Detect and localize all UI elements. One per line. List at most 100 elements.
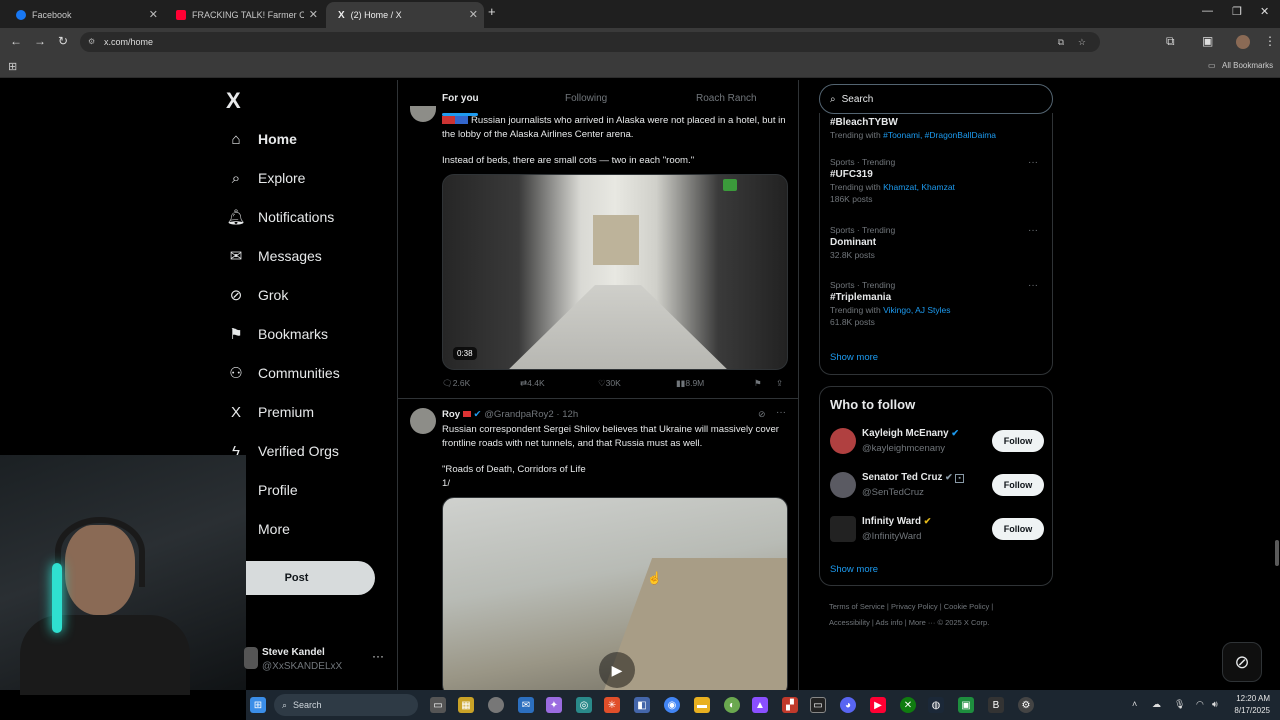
- tweet-more-icon[interactable]: ···: [776, 407, 786, 418]
- tab-for-you[interactable]: For you: [442, 93, 479, 104]
- tab-roach-ranch[interactable]: Roach Ranch: [696, 93, 757, 104]
- reload-icon[interactable]: ↻: [58, 34, 68, 48]
- back-icon[interactable]: ←: [10, 34, 22, 48]
- show-more-follow-link[interactable]: Show more: [830, 564, 878, 575]
- tray-expand-icon[interactable]: ˄: [1132, 699, 1137, 709]
- close-icon[interactable]: ✕: [149, 8, 158, 21]
- x-logo[interactable]: X: [226, 88, 241, 114]
- copilot-icon[interactable]: ✦: [546, 697, 562, 713]
- trend-with[interactable]: #Toonami, #DragonBallDaima: [883, 130, 996, 140]
- wifi-icon[interactable]: ◠: [1196, 699, 1204, 710]
- grok-icon[interactable]: ⊘: [758, 409, 766, 420]
- trend-item[interactable]: Sports · Trending #UFC319 Trending with …: [830, 157, 1044, 204]
- sidepanel-icon[interactable]: ▣: [1202, 34, 1213, 48]
- avatar[interactable]: [830, 428, 856, 454]
- terminal-icon[interactable]: ▭: [810, 697, 826, 713]
- app-icon[interactable]: ◎: [576, 697, 592, 713]
- sidebar-item-home[interactable]: ⌂ Home: [226, 125, 296, 153]
- sidebar-item-premium[interactable]: X Premium: [226, 398, 314, 426]
- tab-facebook[interactable]: Facebook ✕: [4, 2, 164, 28]
- app-icon[interactable]: ▞: [782, 697, 798, 713]
- sidebar-item-grok[interactable]: ⊘ Grok: [226, 281, 289, 309]
- show-more-trends-link[interactable]: Show more: [830, 352, 878, 363]
- follow-button[interactable]: Follow: [992, 474, 1044, 496]
- sidebar-item-messages[interactable]: ✉ Messages: [226, 242, 322, 270]
- file-explorer-icon[interactable]: ▬: [694, 697, 710, 713]
- search-input[interactable]: ⌕ Search: [819, 84, 1053, 114]
- new-tab-button[interactable]: +: [488, 4, 496, 19]
- more-icon[interactable]: ···: [1028, 157, 1038, 168]
- settings-icon[interactable]: ⚙: [1018, 697, 1034, 713]
- follow-button[interactable]: Follow: [992, 518, 1044, 540]
- close-icon[interactable]: ✕: [309, 8, 318, 21]
- like-button[interactable]: ♡ 30K: [598, 378, 621, 389]
- mic-icon[interactable]: 🎙︎: [1174, 699, 1185, 710]
- follow-suggestion[interactable]: Senator Ted Cruz ✔ ▪ @SenTedCruz Follow: [830, 470, 1044, 500]
- youtube-icon[interactable]: ▶: [870, 697, 886, 713]
- all-bookmarks-link[interactable]: All Bookmarks: [1222, 61, 1273, 70]
- follow-suggestion[interactable]: Kayleigh McEnany ✔ @kayleighmcenany Foll…: [830, 426, 1044, 456]
- play-icon[interactable]: ▶: [599, 652, 635, 688]
- mail-icon[interactable]: ✉: [518, 697, 534, 713]
- tab-x-home[interactable]: X (2) Home / X ✕: [326, 2, 484, 28]
- system-clock[interactable]: 12:20 AM 8/17/2025: [1234, 693, 1270, 717]
- minimize-icon[interactable]: —: [1202, 5, 1213, 17]
- follow-button[interactable]: Follow: [992, 430, 1044, 452]
- task-view-icon[interactable]: ▭: [430, 697, 446, 713]
- extensions-icon[interactable]: ⧉: [1166, 34, 1175, 49]
- discord-icon[interactable]: ◕: [840, 697, 856, 713]
- app-icon[interactable]: ▣: [958, 697, 974, 713]
- cast-icon[interactable]: ⧉: [1058, 32, 1064, 52]
- trend-item[interactable]: Sports · Trending Dominant 32.8K posts ·…: [830, 225, 1044, 260]
- address-bar[interactable]: ⚙ x.com/home ⧉ ☆: [80, 32, 1100, 52]
- scrollbar[interactable]: [1275, 540, 1279, 566]
- app-icon[interactable]: B: [988, 697, 1004, 713]
- tweet-time[interactable]: · 12h: [556, 409, 578, 420]
- reply-button[interactable]: 🗨︎ 2.6K: [442, 378, 470, 389]
- share-icon[interactable]: ⇪: [776, 378, 783, 389]
- volume-icon[interactable]: 🔊︎: [1212, 699, 1218, 710]
- tab-following[interactable]: Following: [565, 93, 607, 104]
- bookmark-star-icon[interactable]: ☆: [1078, 32, 1086, 52]
- bookmark-icon[interactable]: ⚑: [754, 378, 762, 389]
- store-icon[interactable]: ▦: [458, 697, 474, 713]
- tweet-video-2[interactable]: ▶: [442, 497, 788, 690]
- footer-links[interactable]: Terms of Service | Privacy Policy | Cook…: [829, 602, 993, 611]
- forward-icon[interactable]: →: [34, 34, 46, 48]
- repost-button[interactable]: ⇄ 4.4K: [520, 378, 545, 389]
- trend-item[interactable]: #BleachTYBW Trending with #Toonami, #Dra…: [830, 115, 1044, 140]
- avatar[interactable]: [830, 516, 856, 542]
- footer-links-2[interactable]: Accessibility | Ads info | More ··· © 20…: [829, 618, 989, 627]
- app-icon[interactable]: [488, 697, 504, 713]
- cloud-icon[interactable]: ☁: [1152, 699, 1161, 710]
- apps-icon[interactable]: ⊞: [8, 60, 17, 73]
- sidebar-item-explore[interactable]: ⌕ Explore: [226, 164, 306, 192]
- grok-fab-icon[interactable]: ⊘: [1222, 642, 1262, 682]
- avatar[interactable]: [830, 472, 856, 498]
- follow-suggestion[interactable]: Infinity Ward ✔ @InfinityWard Follow: [830, 514, 1044, 544]
- menu-icon[interactable]: ⋮: [1264, 34, 1276, 48]
- site-info-icon[interactable]: ⚙: [88, 32, 95, 52]
- account-more-icon[interactable]: ···: [372, 649, 384, 663]
- app-icon[interactable]: ▲: [752, 697, 768, 713]
- trend-with[interactable]: Khamzat, Khamzat: [883, 182, 955, 192]
- profile-avatar[interactable]: [1236, 35, 1250, 49]
- avatar[interactable]: [410, 408, 436, 434]
- tweet-video[interactable]: 0:38: [442, 174, 788, 370]
- app-icon[interactable]: ✳: [604, 697, 620, 713]
- taskbar-search[interactable]: ⌕ Search: [274, 694, 418, 716]
- avatar[interactable]: [244, 647, 258, 669]
- close-icon[interactable]: ✕: [469, 8, 478, 21]
- start-icon[interactable]: ⊞: [250, 697, 266, 713]
- more-icon[interactable]: ···: [1028, 280, 1038, 291]
- author-handle[interactable]: @GrandpaRoy2: [484, 409, 553, 420]
- trend-item[interactable]: Sports · Trending #Triplemania Trending …: [830, 280, 1044, 327]
- tab-youtube[interactable]: FRACKING TALK! Farmer Challe ✕: [164, 2, 324, 28]
- xbox-icon[interactable]: ✕: [900, 697, 916, 713]
- steam-icon[interactable]: ◍: [928, 697, 944, 713]
- restore-icon[interactable]: ❐: [1232, 5, 1242, 18]
- app-icon[interactable]: ◐: [724, 697, 740, 713]
- avatar[interactable]: [410, 106, 436, 122]
- close-window-icon[interactable]: ✕: [1260, 5, 1269, 18]
- sidebar-item-communities[interactable]: ⚇ Communities: [226, 359, 339, 387]
